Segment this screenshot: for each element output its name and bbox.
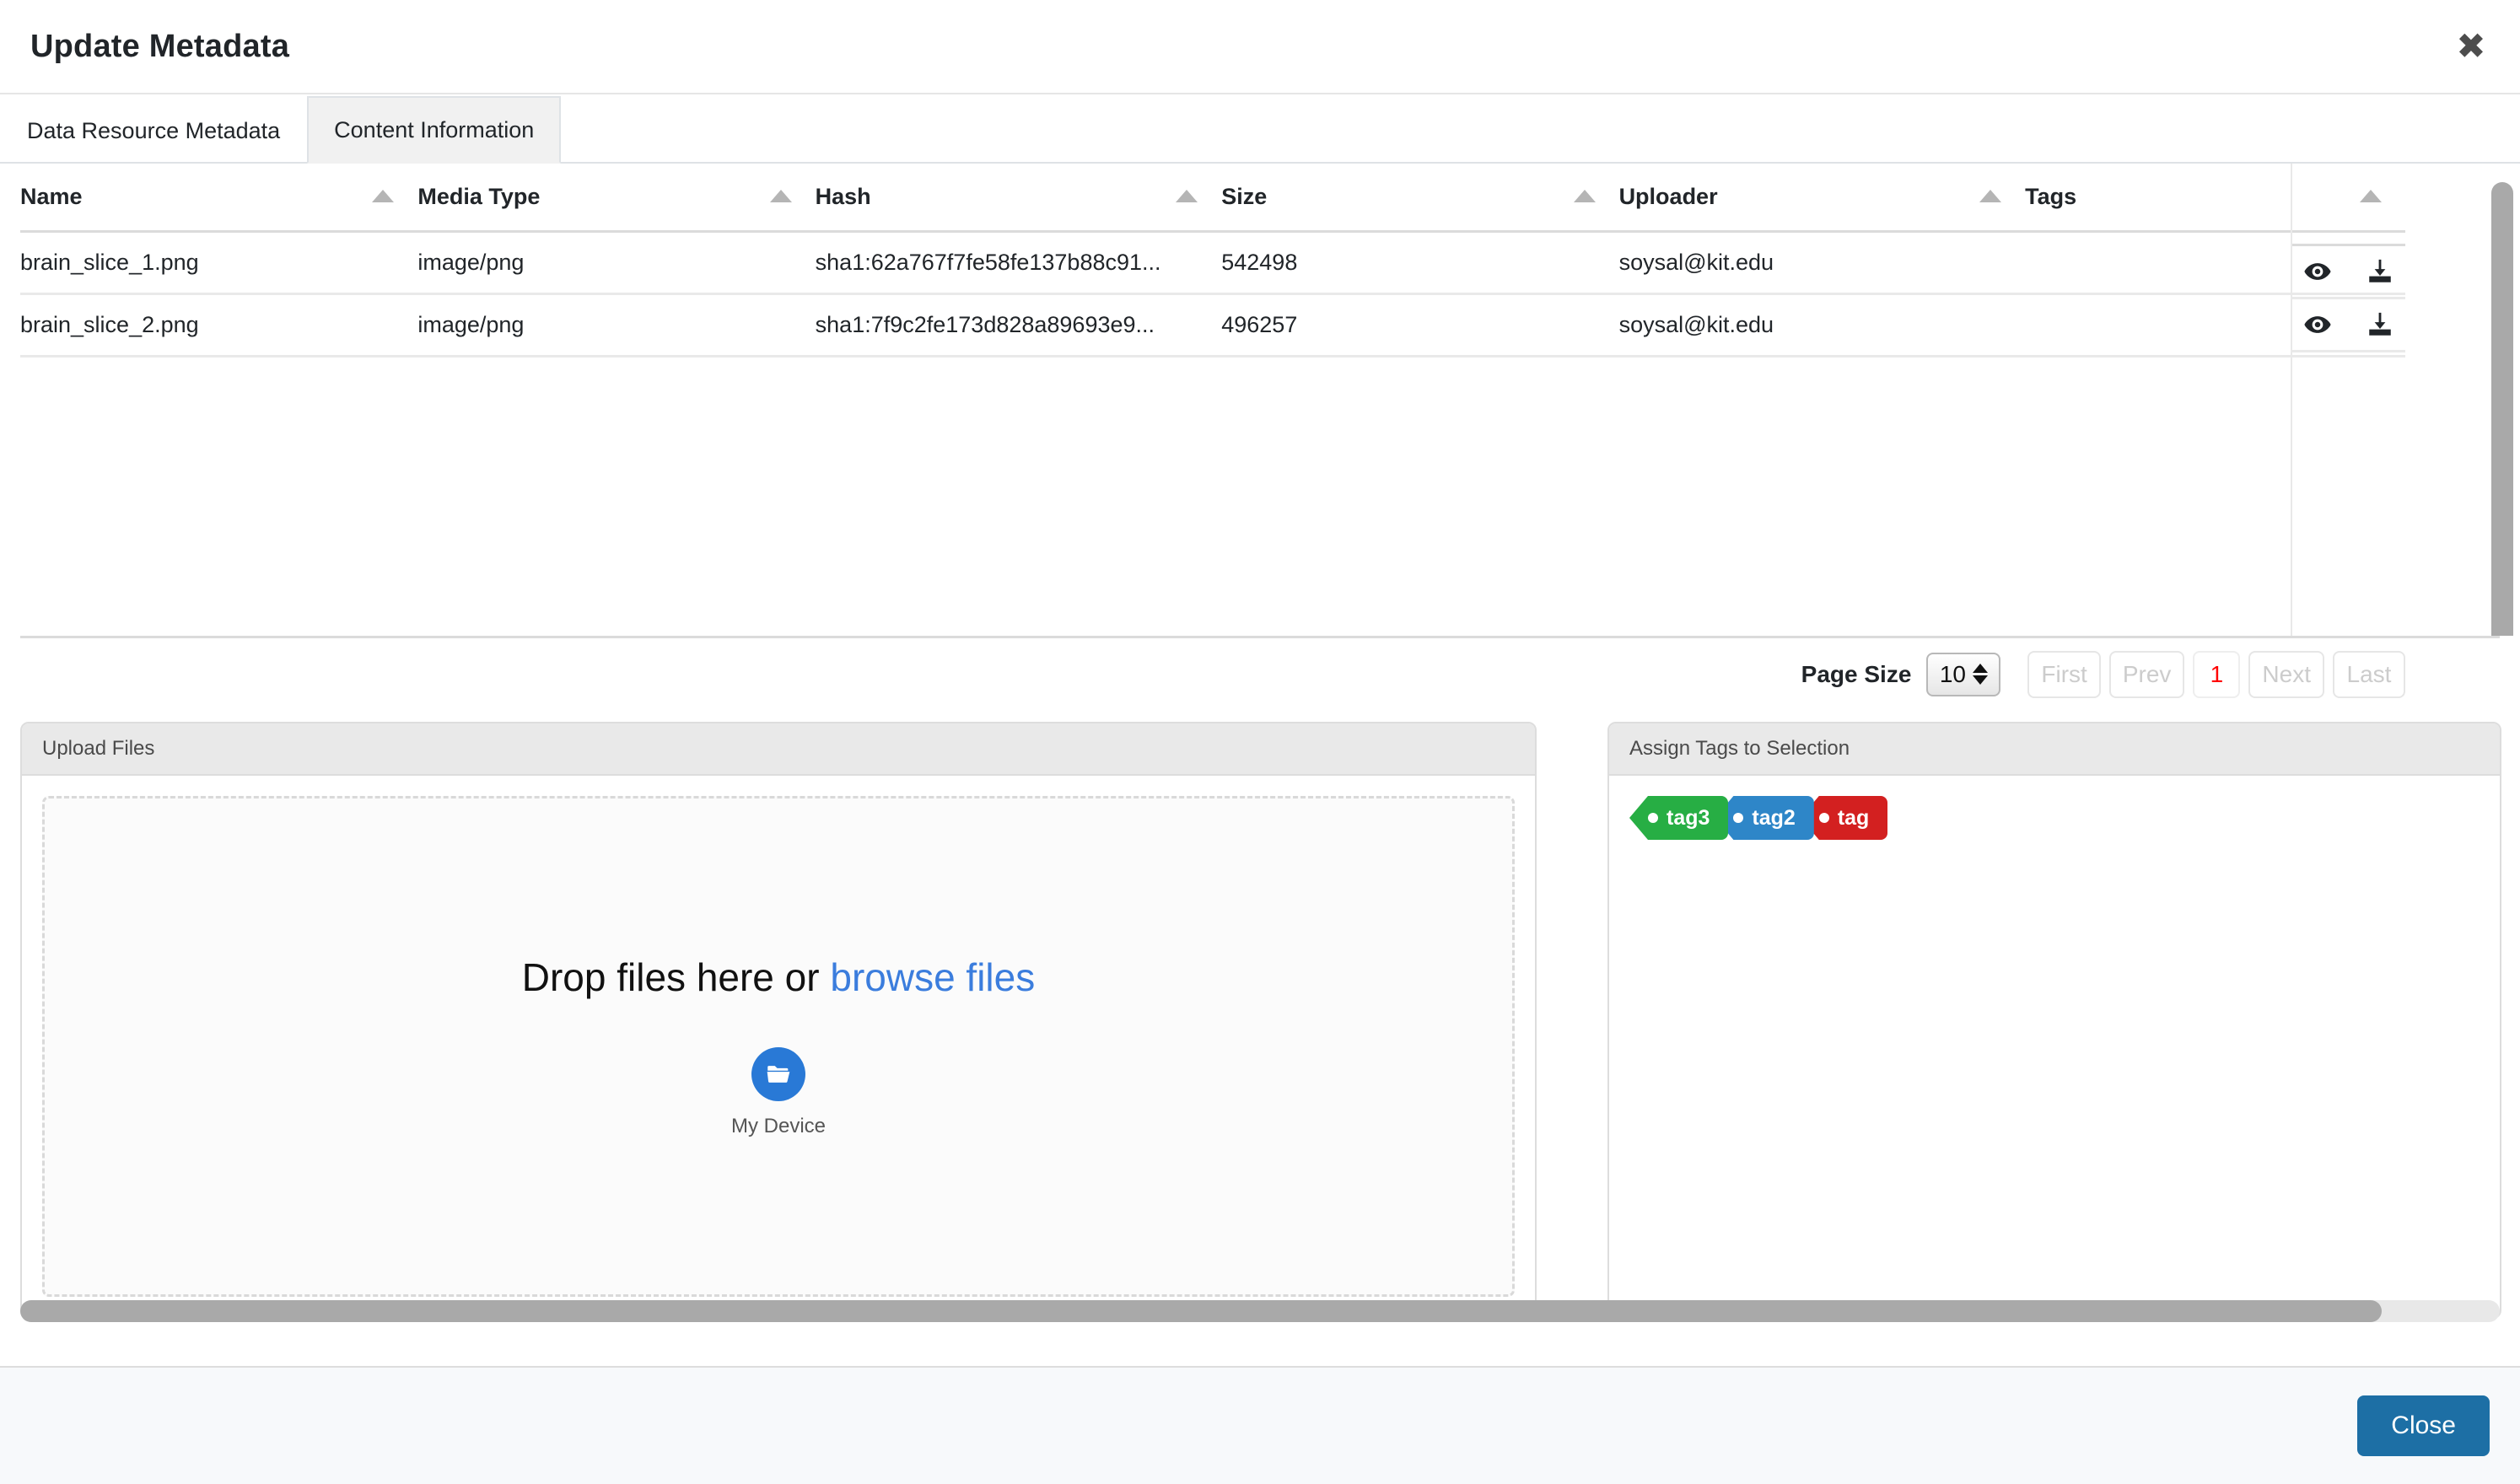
tag-list: tag3 tag2 tag [1629,796,2480,840]
cell-uploader: soysal@kit.edu [1618,293,2026,358]
column-label: Hash [815,184,871,209]
table-header: Name Media Type Hash Size Uploader Tags [20,164,2405,233]
tag-label: tag [1837,805,1870,830]
cell-size: 496257 [1221,293,1619,358]
page-size-value: 10 [1939,660,1966,687]
file-dropzone[interactable]: Drop files here or browse files My Devic… [42,796,1515,1297]
my-device-label: My Device [730,1115,827,1137]
assign-tags-panel-title: Assign Tags to Selection [1609,723,2500,776]
horizontal-scrollbar-thumb[interactable] [20,1300,2382,1322]
page-size-label: Page Size [1801,660,1912,687]
cell-hash: sha1:62a767f7fe58fe137b88c91... [815,231,1222,295]
tab-label: Content Information [334,116,535,142]
content-table-area: Name Media Type Hash Size Uploader Tags … [0,164,2520,636]
tag-dot-icon [1733,813,1744,823]
vertical-scrollbar[interactable] [2491,182,2513,636]
spinner-icon [1972,664,1988,685]
my-device-button[interactable]: My Device [731,1047,826,1138]
sort-ascending-icon[interactable] [372,189,395,202]
modal-header: Update Metadata ✖ [0,0,2520,94]
tab-content-information[interactable]: Content Information [307,96,562,164]
column-header-size[interactable]: Size [1221,164,1619,233]
bottom-spacer [0,1319,2520,1366]
close-button[interactable]: Close [2357,1395,2490,1456]
tag-label: tag2 [1752,805,1796,830]
cell-uploader: soysal@kit.edu [1618,231,2026,295]
table-row[interactable]: brain_slice_1.png image/png sha1:62a767f… [20,231,2405,295]
sort-ascending-icon[interactable] [769,189,792,202]
dropzone-prompt: Drop files here or [521,955,831,999]
column-label: Size [1221,184,1268,209]
download-icon[interactable] [2366,310,2394,339]
sort-ascending-icon[interactable] [1176,189,1198,202]
tab-data-resource-metadata[interactable]: Data Resource Metadata [0,96,307,164]
column-header-hash[interactable]: Hash [815,164,1222,233]
pagination-prev-button[interactable]: Prev [2108,650,2185,698]
column-label: Media Type [417,184,541,209]
row-actions-column [2291,164,2405,636]
cell-name: brain_slice_2.png [20,293,418,358]
pagination-first-button[interactable]: First [2027,650,2101,698]
column-label: Uploader [1618,184,1718,209]
content-table-wrapper: Name Media Type Hash Size Uploader Tags … [20,164,2405,636]
folder-open-icon [751,1047,805,1101]
tag-chip-tag2[interactable]: tag2 [1715,796,1814,840]
cell-size: 542498 [1221,231,1619,295]
assign-tags-panel-body: tag3 tag2 tag [1609,776,2500,1317]
cell-hash: sha1:7f9c2fe173d828a89693e9... [815,293,1222,358]
pagination-page-1-button[interactable]: 1 [2193,650,2241,698]
sort-ascending-icon[interactable] [1979,189,2002,202]
row-actions-1 [2292,246,2405,299]
page-size-select[interactable]: 10 [1926,652,2001,696]
pagination-bar: Page Size 10 First Prev 1 Next Last [20,636,2500,710]
update-metadata-modal: Update Metadata ✖ Data Resource Metadata… [0,0,2520,1484]
pagination-last-button[interactable]: Last [2333,650,2405,698]
column-header-media-type[interactable]: Media Type [417,164,816,233]
column-label: Name [20,184,83,209]
column-header-name[interactable]: Name [20,164,418,233]
tag-chip-tag3[interactable]: tag3 [1629,796,1729,840]
modal-footer: Close [0,1366,2520,1484]
assign-tags-panel: Assign Tags to Selection tag3 tag2 tag [1607,722,2501,1319]
dropzone-text: Drop files here or browse files [522,954,1035,1000]
table-row[interactable]: brain_slice_2.png image/png sha1:7f9c2fe… [20,293,2405,358]
tag-dot-icon [1648,813,1658,823]
panels-row: Upload Files Drop files here or browse f… [0,710,2520,1322]
horizontal-scrollbar-track[interactable] [20,1300,2500,1322]
table-body: brain_slice_1.png image/png sha1:62a767f… [20,231,2405,358]
pagination-controls: Page Size 10 First Prev 1 Next Last [1801,650,2405,698]
eye-icon[interactable] [2303,310,2332,339]
cell-name: brain_slice_1.png [20,231,418,295]
content-table: Name Media Type Hash Size Uploader Tags … [20,164,2405,358]
column-header-uploader[interactable]: Uploader [1618,164,2026,233]
sort-ascending-icon[interactable] [1573,189,1596,202]
column-label: Tags [2025,184,2077,209]
row-actions-2 [2292,299,2405,352]
download-icon[interactable] [2366,257,2394,286]
table-header-row: Name Media Type Hash Size Uploader Tags [20,164,2405,233]
eye-icon[interactable] [2303,257,2332,286]
upload-files-panel: Upload Files Drop files here or browse f… [20,722,1537,1319]
tag-dot-icon [1818,813,1829,823]
tag-label: tag3 [1667,805,1710,830]
close-icon[interactable]: ✖ [2453,28,2490,65]
cell-media-type: image/png [417,231,816,295]
tab-label: Data Resource Metadata [27,117,281,143]
cell-media-type: image/png [417,293,816,358]
upload-files-panel-title: Upload Files [22,723,1535,776]
tab-bar: Data Resource Metadata Content Informati… [0,94,2520,164]
page-title: Update Metadata [30,28,290,64]
browse-files-link[interactable]: browse files [830,955,1035,999]
actions-column-header [2292,164,2405,246]
upload-files-panel-body: Drop files here or browse files My Devic… [22,776,1535,1317]
pagination-next-button[interactable]: Next [2248,650,2324,698]
